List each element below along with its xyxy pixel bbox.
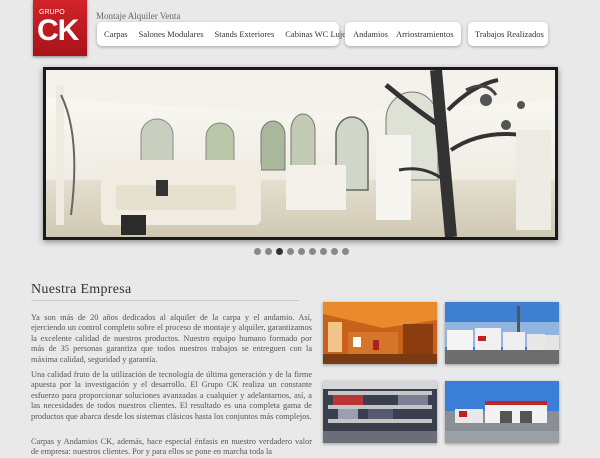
main-nav-andamios-group: Andamios Arriostramientos [345,22,461,46]
nav-carpas[interactable]: Carpas [104,29,128,39]
thumbnail-warehouse-exterior[interactable] [445,381,559,443]
slider-dot[interactable] [276,248,283,255]
slider-pagination [254,248,349,255]
section-title: Nuestra Empresa [31,282,132,297]
nav-cabinas-wc-lujo[interactable]: Cabinas WC Lujo [285,29,346,39]
thumbnail-storage-shelves[interactable] [323,381,437,443]
slider-dot[interactable] [309,248,316,255]
nav-arriostramientos[interactable]: Arriostramientos [396,29,454,39]
paragraph-3: Carpas y Andamios CK, además, hace espec… [31,437,312,457]
slider-dot[interactable] [320,248,327,255]
slider-dot[interactable] [342,248,349,255]
main-nav-trabajos-group: Trabajos Realizados [468,22,548,46]
slider-dot[interactable] [331,248,338,255]
thumbnail-truck-fleet[interactable] [445,302,559,364]
paragraph-2: Una calidad fruto de la utilización de t… [31,370,312,421]
paragraph-1: Ya son más de 20 años dedicados al alqui… [31,313,312,364]
hero-slide-image [46,70,555,237]
nav-stands-exteriores[interactable]: Stands Exteriores [215,29,275,39]
logo[interactable]: GRUPO CK [33,0,87,56]
slider-dot[interactable] [287,248,294,255]
slider-dot[interactable] [298,248,305,255]
thumbnail-warehouse-interior[interactable] [323,302,437,364]
nav-andamios[interactable]: Andamios [353,29,388,39]
title-divider [31,300,299,301]
tagline: Montaje Alquiler Venta [96,11,181,21]
nav-trabajos-realizados[interactable]: Trabajos Realizados [475,29,544,39]
hero-slider[interactable] [43,67,558,240]
logo-ck-text: CK [37,14,79,47]
main-nav-carpas-group: Carpas Salones Modulares Stands Exterior… [97,22,347,46]
nav-salones-modulares[interactable]: Salones Modulares [139,29,204,39]
slider-dot[interactable] [254,248,261,255]
slider-dot[interactable] [265,248,272,255]
